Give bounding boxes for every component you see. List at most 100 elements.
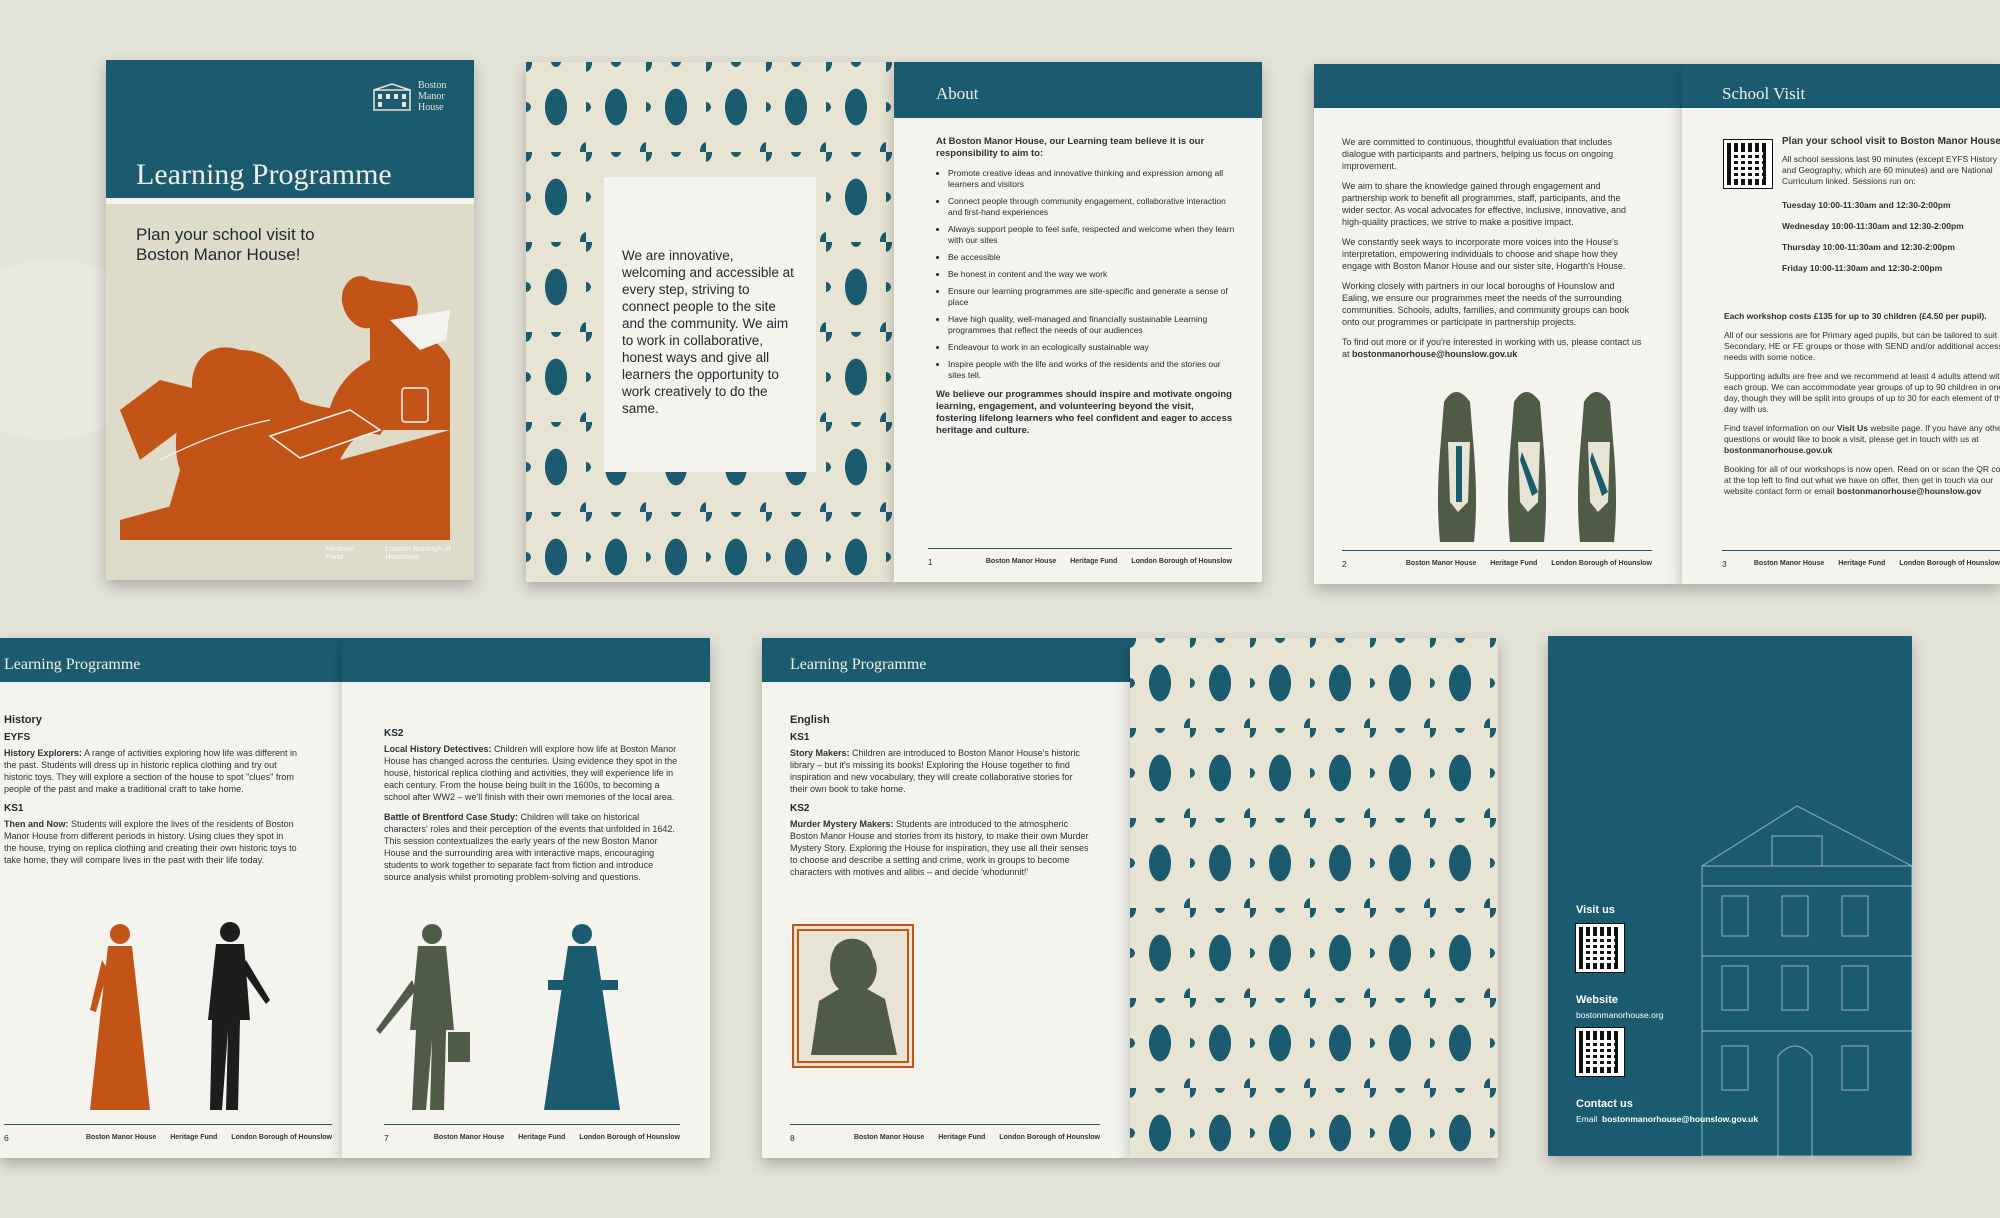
visit-qr-code[interactable] xyxy=(1575,923,1625,973)
school-visit-header: School Visit xyxy=(1682,64,2000,108)
cover-title: Learning Programme xyxy=(136,158,392,191)
session-title: History Explorers: xyxy=(4,748,83,758)
school-visit-heading: School Visit xyxy=(1722,84,1806,103)
contact-email-link[interactable]: bostonmanorhouse@hounslow.gov.uk xyxy=(1352,349,1517,359)
hounslow-logo: London Borough of Hounslow xyxy=(231,1133,332,1141)
paragraph: Find travel information on our xyxy=(1724,423,1837,433)
house-logo-icon xyxy=(373,82,411,111)
session-schedule: Tuesday 10:00-11:30am and 12:30-2:00pm W… xyxy=(1782,199,2000,274)
about-bullet-list: Promote creative ideas and innovative th… xyxy=(936,168,1236,381)
english-header: Learning Programme xyxy=(762,638,1130,682)
boston-manor-logo: Boston Manor House xyxy=(853,1133,925,1141)
page-number: 3 xyxy=(1722,558,1727,569)
about-heading: About xyxy=(936,84,979,103)
about-page: About At Boston Manor House, our Learnin… xyxy=(894,62,1262,582)
heritage-fund-logo: Heritage Fund xyxy=(170,1133,218,1141)
page-footer: 7 Boston Manor House Heritage Fund Londo… xyxy=(384,1124,680,1150)
email-link[interactable]: bostonmanorhouse@hounslow.gov.uk xyxy=(1602,1114,1758,1124)
list-item: Promote creative ideas and innovative th… xyxy=(948,168,1236,190)
cover-tagline: Plan your school visit to Boston Manor H… xyxy=(136,225,315,264)
historic-figures-illustration xyxy=(90,922,270,1110)
paragraph: We aim to share the knowledge gained thr… xyxy=(1342,181,1626,227)
list-item: Connect people through community engagem… xyxy=(948,196,1236,218)
subject-title: History xyxy=(4,714,42,726)
visit-us-label: Visit us xyxy=(1576,904,1615,916)
subject-title: English xyxy=(790,714,830,726)
paragraph: Working closely with partners in our loc… xyxy=(1342,281,1630,327)
session-description: Children will take on historical charact… xyxy=(384,812,675,882)
back-cover: Visit us Website bostonmanorhouse.org Co… xyxy=(1548,636,1912,1156)
page-footer: 2 Boston Manor House Heritage Fund Londo… xyxy=(1342,550,1652,576)
page-two: We are committed to continuous, thoughtf… xyxy=(1314,64,1682,584)
page-footer: 6 Boston Manor House Heritage Fund Londo… xyxy=(4,1124,332,1150)
heritage-fund-logo: Heritage Fund xyxy=(938,1133,986,1141)
list-item: Have high quality, well-managed and fina… xyxy=(948,314,1236,336)
schedule-row: Tuesday 10:00-11:30am and 12:30-2:00pm xyxy=(1782,200,1951,210)
booking-qr-code[interactable] xyxy=(1723,139,1773,189)
hounslow-logo: London Borough of Hounslow xyxy=(579,1133,680,1141)
heritage-fund-logo: Heritage Fund xyxy=(1490,559,1538,567)
session-title: Battle of Brentford Case Study: xyxy=(384,812,519,822)
schedule-row: Wednesday 10:00-11:30am and 12:30-2:00pm xyxy=(1782,221,1964,231)
key-stage-label: KS1 xyxy=(4,803,24,814)
history-header-right xyxy=(342,638,710,682)
page-number: 1 xyxy=(928,556,933,567)
schedule-row: Friday 10:00-11:30am and 12:30-2:00pm xyxy=(1782,263,1943,273)
portrait-frame xyxy=(792,924,914,1068)
about-lead: At Boston Manor House, our Learning team… xyxy=(936,136,1205,159)
paragraph: Supporting adults are free and we recomm… xyxy=(1724,371,2000,414)
page-number: 7 xyxy=(384,1132,389,1143)
english-damask-page xyxy=(1130,638,1498,1158)
key-stage-label: KS2 xyxy=(790,803,810,814)
historic-figures-illustration xyxy=(376,924,620,1110)
plan-title: Plan your school visit to Boston Manor H… xyxy=(1782,136,2000,147)
boston-manor-logo: Boston Manor House xyxy=(85,1133,157,1141)
cost-text: Each workshop costs £135 for up to 30 ch… xyxy=(1724,311,1987,321)
lion-statues-illustration xyxy=(1438,392,1616,542)
list-item: Always support people to feel safe, resp… xyxy=(948,224,1236,246)
boston-manor-logo: Boston Manor House xyxy=(1405,559,1477,567)
intro-text: We are innovative, welcoming and accessi… xyxy=(622,248,794,416)
session-title: Story Makers: xyxy=(790,748,850,758)
page-number: 2 xyxy=(1342,558,1347,569)
boston-manor-logo: Boston Manor House xyxy=(985,557,1057,565)
cover-partner-logos: Heritage Fund London Borough of Hounslow xyxy=(326,546,474,562)
heritage-fund-logo: Heritage Fund xyxy=(326,546,355,561)
portrait-figure-illustration xyxy=(811,938,897,1055)
website-link[interactable]: bostonmanorhouse.org xyxy=(1576,1010,1758,1020)
email-link[interactable]: bostonmanorhouse.gov.uk xyxy=(1724,445,1832,455)
paragraph: We constantly seek ways to incorporate m… xyxy=(1342,237,1626,271)
section-header: Learning Programme xyxy=(4,656,141,673)
hounslow-logo: London Borough of Hounslow xyxy=(1131,557,1232,565)
key-stage-label: KS1 xyxy=(790,732,810,743)
visit-us-link[interactable]: Visit Us xyxy=(1837,423,1868,433)
session-title: Local History Detectives: xyxy=(384,744,492,754)
intro-panel: We are innovative, welcoming and accessi… xyxy=(604,177,816,472)
cover-logo-text: Boston Manor House xyxy=(418,80,447,113)
heritage-fund-logo: Heritage Fund xyxy=(518,1133,566,1141)
hounslow-logo: London Borough of Hounslow xyxy=(1899,559,2000,567)
back-cover-contact: Visit us Website bostonmanorhouse.org Co… xyxy=(1575,904,1758,1124)
children-drawing-illustration xyxy=(120,276,450,540)
page-footer: 3 Boston Manor House Heritage Fund Londo… xyxy=(1722,550,2000,576)
intro-damask-page: We are innovative, welcoming and accessi… xyxy=(526,62,894,582)
heritage-fund-logo: Heritage Fund xyxy=(1070,557,1118,565)
school-visit-page: School Visit Plan your school visit to B… xyxy=(1682,64,2000,584)
website-label: Website xyxy=(1576,994,1618,1006)
website-qr-code[interactable] xyxy=(1575,1027,1625,1077)
page-footer: 8 Boston Manor House Heritage Fund Londo… xyxy=(790,1124,1100,1150)
page-number: 8 xyxy=(790,1132,795,1143)
cover-logo: Boston Manor House xyxy=(372,80,454,113)
page-two-body: We are committed to continuous, thoughtf… xyxy=(1342,136,1642,360)
paragraph: We are committed to continuous, thoughtf… xyxy=(1342,137,1614,171)
history-page-right: KS2 Local History Detectives: Children w… xyxy=(342,638,710,1158)
heritage-fund-logo: Heritage Fund xyxy=(1838,559,1886,567)
history-header: Learning Programme xyxy=(0,638,342,682)
boston-manor-logo: Boston Manor House xyxy=(1753,559,1825,567)
email-label: Email xyxy=(1576,1114,1598,1124)
key-stage-label: EYFS xyxy=(4,732,31,743)
english-page: Learning Programme English KS1 Story Mak… xyxy=(762,638,1130,1158)
list-item: Be honest in content and the way we work xyxy=(948,269,1236,280)
page-number: 6 xyxy=(4,1132,9,1143)
email-link[interactable]: bostonmanorhouse@hounslow.gov xyxy=(1837,486,1981,496)
